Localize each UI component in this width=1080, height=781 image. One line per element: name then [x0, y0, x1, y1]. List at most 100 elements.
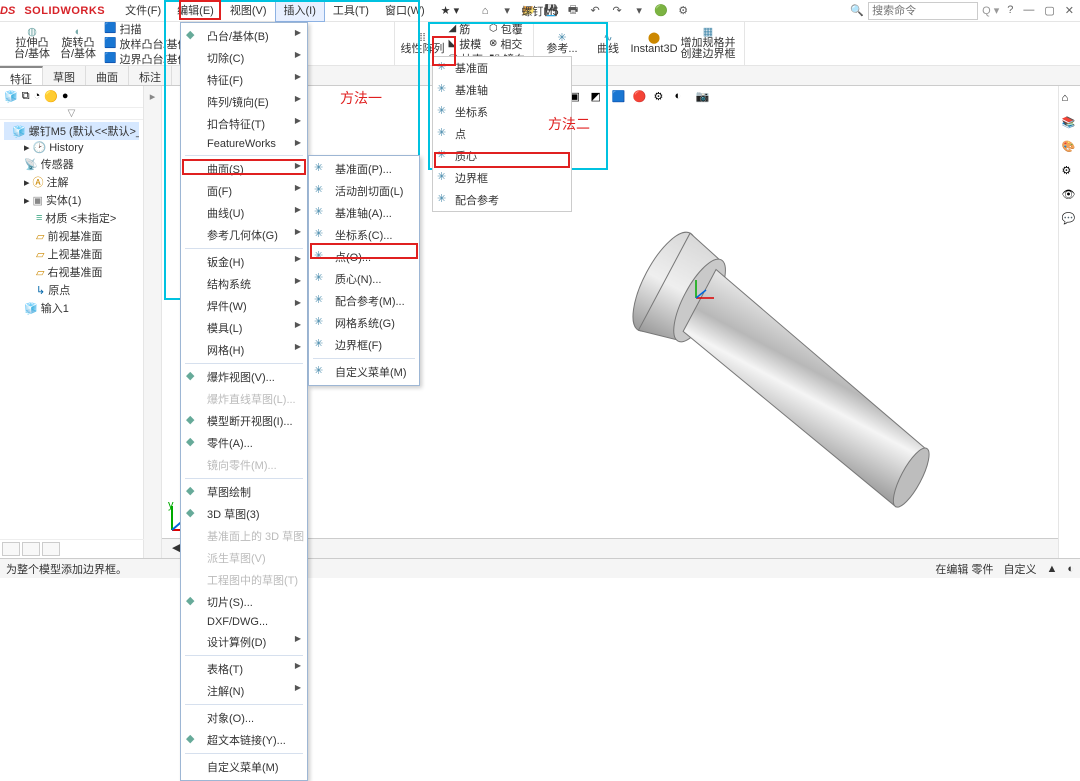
menu-item[interactable]: 对象(O)...: [181, 707, 307, 729]
menu-item[interactable]: DXF/DWG...: [181, 613, 307, 631]
menu-item[interactable]: ◆超文本链接(Y)...: [181, 729, 307, 751]
menu-item[interactable]: 钣金(H): [181, 251, 307, 273]
insert-menu[interactable]: ◆凸台/基体(B)切除(C)特征(F)阵列/镜向(E)扣合特征(T)Featur…: [180, 22, 308, 781]
scroll-handle[interactable]: [42, 542, 60, 556]
new-icon[interactable]: ▾: [499, 3, 515, 19]
submenu-item[interactable]: ✳基准轴(A)...: [309, 202, 419, 224]
tree-tab-config-icon[interactable]: ⧉: [22, 90, 30, 103]
menu-insert[interactable]: 插入(I): [275, 0, 325, 22]
menu-item[interactable]: 焊件(W): [181, 295, 307, 317]
ref-panel-item[interactable]: ✳基准面: [433, 57, 571, 79]
tree-sensors[interactable]: 📡 传感器: [4, 155, 139, 173]
menu-view[interactable]: 视图(V): [222, 0, 275, 22]
wrap-button[interactable]: ⬡ 包覆: [487, 22, 527, 36]
tab-annotate[interactable]: 标注: [129, 66, 172, 85]
maximize-icon[interactable]: ▢: [1044, 4, 1054, 17]
tree-tab-appearance-icon[interactable]: 🟡: [44, 90, 58, 103]
section-view-icon[interactable]: ◩: [591, 90, 609, 106]
search-input[interactable]: [868, 2, 978, 20]
draft-button[interactable]: ◣ 拔模: [447, 37, 485, 51]
tree-right-plane[interactable]: ▱ 右视基准面: [4, 263, 139, 281]
status-mmgs-icon[interactable]: ▲: [1046, 563, 1057, 575]
tp-library-icon[interactable]: 📚: [1062, 116, 1078, 132]
tab-features[interactable]: 特征: [0, 66, 43, 85]
tree-origin[interactable]: ↳ 原点: [4, 281, 139, 299]
revolve-boss-button[interactable]: ◐旋转凸 台/基体: [56, 24, 100, 64]
display-style-icon[interactable]: ▣: [570, 90, 588, 106]
tree-front-plane[interactable]: ▱ 前视基准面: [4, 227, 139, 245]
menu-item[interactable]: 设计算例(D): [181, 631, 307, 653]
tree-annotations[interactable]: ▸ Ⓐ 注解: [4, 173, 139, 191]
tp-home-icon[interactable]: ⌂: [1062, 92, 1078, 108]
add-spec-bbox-button[interactable]: ▦增加规格并 创建边界框: [678, 24, 738, 64]
help-icon[interactable]: ?: [1007, 4, 1013, 17]
menu-item[interactable]: ◆凸台/基体(B): [181, 25, 307, 47]
submenu-item[interactable]: ✳坐标系(C)...: [309, 224, 419, 246]
submenu-item[interactable]: ✳自定义菜单(M): [309, 361, 419, 383]
tree-tab-display-icon[interactable]: ◔: [34, 90, 41, 103]
tab-sketch[interactable]: 草图: [43, 66, 86, 85]
ref-panel-item[interactable]: ✳质心: [433, 145, 571, 167]
tp-forum-icon[interactable]: 💬: [1062, 212, 1078, 228]
submenu-item[interactable]: ✳基准面(P)...: [309, 158, 419, 180]
curves-button[interactable]: ∿曲线: [586, 24, 630, 64]
print-icon[interactable]: 🖶: [565, 3, 581, 19]
ref-panel-item[interactable]: ✳基准轴: [433, 79, 571, 101]
menu-item[interactable]: ◆草图绘制: [181, 481, 307, 503]
tp-custom-icon[interactable]: ⚙: [1062, 164, 1078, 180]
menu-item[interactable]: 自定义菜单(M): [181, 756, 307, 778]
tp-view-icon[interactable]: 👁: [1062, 188, 1078, 204]
menu-item[interactable]: FeatureWorks: [181, 135, 307, 153]
tree-material[interactable]: ≡ 材质 <未指定>: [4, 209, 139, 227]
tree-import1[interactable]: 🧊 输入1: [4, 299, 139, 317]
camera-icon[interactable]: 📷: [696, 90, 714, 106]
menu-item[interactable]: 曲面(S): [181, 158, 307, 180]
menu-window[interactable]: 窗口(W): [377, 0, 433, 22]
menu-item[interactable]: 特征(F): [181, 69, 307, 91]
submenu-item[interactable]: ✳质心(N)...: [309, 268, 419, 290]
appearance-icon[interactable]: 🔴: [633, 90, 651, 106]
home-icon[interactable]: ⌂: [477, 3, 493, 19]
menu-item[interactable]: 面(F): [181, 180, 307, 202]
tree-root[interactable]: 🧊螺钉M5 (默认<<默认>_显示状态 1: [4, 122, 139, 140]
minimize-icon[interactable]: —: [1023, 4, 1034, 17]
tree-top-plane[interactable]: ▱ 上视基准面: [4, 245, 139, 263]
scroll-left-icon[interactable]: [2, 542, 20, 556]
submenu-item[interactable]: ✳网格系统(G): [309, 312, 419, 334]
menu-edit[interactable]: 编辑(E): [169, 0, 222, 22]
menu-item[interactable]: 参考几何体(G): [181, 224, 307, 246]
menu-item[interactable]: 网格(H): [181, 339, 307, 361]
tp-appearance-icon[interactable]: 🎨: [1062, 140, 1078, 156]
instant3d-button[interactable]: ⬤Instant3D: [632, 24, 676, 64]
options-icon[interactable]: ⚙: [675, 3, 691, 19]
undo-icon[interactable]: ↶: [587, 3, 603, 19]
menu-item[interactable]: 曲线(U): [181, 202, 307, 224]
select-icon[interactable]: ▾: [631, 3, 647, 19]
ref-panel-item[interactable]: ✳配合参考: [433, 189, 571, 211]
menu-item[interactable]: ◆3D 草图(3): [181, 503, 307, 525]
menu-item[interactable]: ◆切片(S)...: [181, 591, 307, 613]
menu-item[interactable]: 表格(T): [181, 658, 307, 680]
submenu-item[interactable]: ✳配合参考(M)...: [309, 290, 419, 312]
close-icon[interactable]: ✕: [1065, 4, 1074, 17]
status-customize[interactable]: 自定义: [1003, 561, 1036, 577]
menu-item[interactable]: ◆爆炸视图(V)...: [181, 366, 307, 388]
rebuild-icon[interactable]: 🟢: [653, 3, 669, 19]
tree-tab-feature-icon[interactable]: 🧊: [4, 90, 18, 103]
tree-history[interactable]: ▸ 🕑 History: [4, 140, 139, 155]
submenu-item[interactable]: ✳边界框(F): [309, 334, 419, 356]
menu-item[interactable]: ◆零件(A)...: [181, 432, 307, 454]
menu-file[interactable]: 文件(F): [117, 0, 169, 22]
view-settings-icon[interactable]: ⚙: [654, 90, 672, 106]
menu-tools[interactable]: 工具(T): [325, 0, 377, 22]
tree-tab-sensor-icon[interactable]: ●: [62, 90, 69, 103]
rib-button[interactable]: ◢ 筋: [447, 22, 485, 36]
zebra-icon[interactable]: ◐: [675, 90, 693, 106]
sweep-button[interactable]: 🟦 扫描: [102, 22, 191, 36]
tab-surfaces[interactable]: 曲面: [86, 66, 129, 85]
menu-item[interactable]: 切除(C): [181, 47, 307, 69]
status-units-icon[interactable]: ◐: [1067, 563, 1074, 575]
scene-icon[interactable]: 🟦: [612, 90, 630, 106]
intersect-button[interactable]: ⊗ 相交: [487, 37, 527, 51]
boundary-button[interactable]: 🟦 边界凸台/基体: [102, 52, 191, 66]
